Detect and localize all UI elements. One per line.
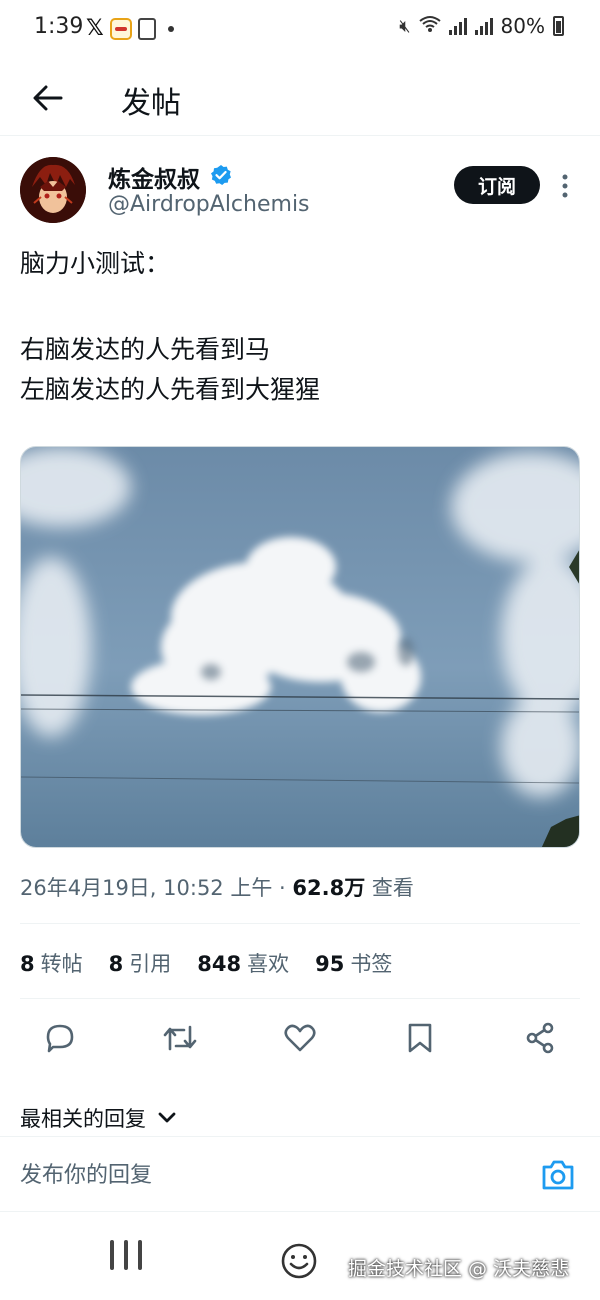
retweet-icon xyxy=(163,1025,197,1051)
app-badge-icon xyxy=(109,18,132,40)
reply-composer xyxy=(0,1136,600,1212)
more-options-icon[interactable] xyxy=(558,172,572,200)
engagement-stats: 8 转帖 8 引用 848 喜欢 95 书签 xyxy=(20,948,392,978)
battery-icon xyxy=(553,16,564,36)
watermark: 掘金技术社区 @ 沃夫慈悲 xyxy=(348,1258,570,1280)
system-navigation-bar: 掘金技术社区 @ 沃夫慈悲 xyxy=(0,1220,600,1300)
stat-label: 引用 xyxy=(129,952,172,976)
like-icon xyxy=(284,1024,316,1052)
status-bar: 1:39 𝕏 🔇︎ 80% xyxy=(0,0,600,60)
stat-count: 8 xyxy=(20,952,35,976)
bookmark-icon xyxy=(408,1023,432,1053)
top-app-bar: 发帖 xyxy=(0,60,600,136)
notification-icons: 𝕏 xyxy=(86,16,174,42)
stat-count: 8 xyxy=(108,952,124,976)
dot-icon xyxy=(167,26,174,32)
arrow-left-icon xyxy=(33,85,63,111)
stat-label: 书签 xyxy=(350,952,393,976)
divider xyxy=(20,998,580,999)
tweet-line: 右脑发达的人先看到马 xyxy=(20,335,271,364)
stat-likes[interactable]: 848 喜欢 xyxy=(197,948,289,978)
reply-sort-dropdown[interactable]: 最相关的回复 xyxy=(20,1103,176,1133)
recents-button[interactable] xyxy=(110,1240,142,1270)
tweet-line: 左脑发达的人先看到大猩猩 xyxy=(20,375,321,404)
share-icon xyxy=(526,1022,554,1054)
like-button[interactable] xyxy=(274,1012,326,1064)
signal-icon-2 xyxy=(474,17,493,35)
reply-icon xyxy=(46,1024,74,1053)
stat-label: 喜欢 xyxy=(247,952,290,976)
signal-icon xyxy=(448,17,467,35)
author-handle[interactable]: @AirdropAlchemis xyxy=(108,192,310,217)
status-time: 1:39 xyxy=(34,14,84,39)
author-name[interactable]: 炼金叔叔 xyxy=(108,160,200,194)
repost-button[interactable] xyxy=(154,1012,206,1064)
reply-button[interactable] xyxy=(34,1012,86,1064)
views-count: 62.8万 xyxy=(292,876,366,900)
cloud-photo xyxy=(21,447,579,847)
home-button-icon[interactable] xyxy=(280,1242,318,1280)
back-button[interactable] xyxy=(24,74,72,122)
subscribe-button[interactable]: 订阅 xyxy=(454,166,540,204)
x-logo-icon: 𝕏 xyxy=(86,16,104,41)
avatar-illustration xyxy=(20,157,86,223)
tweet-timestamp-views: 26年4月19日, 10:52 上午 · 62.8万 查看 xyxy=(20,872,414,902)
tweet-actions xyxy=(0,1012,600,1064)
tweet-timestamp: 26年4月19日, 10:52 上午 · xyxy=(20,876,293,900)
system-icons: 🔇︎ 80% xyxy=(399,14,564,38)
divider xyxy=(20,923,580,924)
avatar[interactable] xyxy=(20,157,86,223)
camera-icon[interactable] xyxy=(540,1157,576,1193)
mute-icon: 🔇︎ xyxy=(399,15,411,37)
stat-quotes[interactable]: 8 引用 xyxy=(109,948,172,978)
stat-label: 转帖 xyxy=(40,952,83,976)
bookmark-button[interactable] xyxy=(394,1012,446,1064)
views-label: 查看 xyxy=(365,876,414,900)
tweet-photo[interactable] xyxy=(20,446,580,848)
battery-level: 80% xyxy=(500,14,545,38)
reply-sort-label: 最相关的回复 xyxy=(20,1107,146,1131)
stat-bookmarks[interactable]: 95 书签 xyxy=(315,948,392,978)
document-icon xyxy=(137,18,156,40)
stat-count: 95 xyxy=(315,952,345,976)
page-title: 发帖 xyxy=(121,86,181,121)
share-button[interactable] xyxy=(514,1012,566,1064)
wifi-icon xyxy=(418,15,441,38)
stat-reposts[interactable]: 8 转帖 xyxy=(20,948,83,978)
verified-badge-icon xyxy=(211,165,231,185)
chevron-down-icon xyxy=(158,1112,176,1123)
tweet-text: 脑力小测试： 右脑发达的人先看到马 左脑发达的人先看到大猩猩 xyxy=(20,244,580,410)
tweet-line: 脑力小测试： xyxy=(20,249,171,278)
stat-count: 848 xyxy=(197,952,242,976)
reply-input[interactable] xyxy=(20,1155,500,1195)
